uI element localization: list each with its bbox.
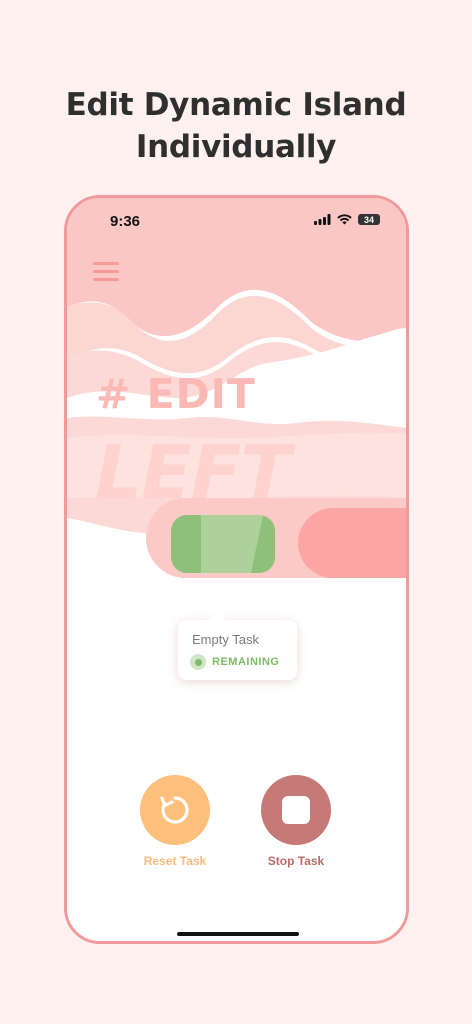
stop-icon bbox=[282, 796, 310, 824]
task-status-label: REMAINING bbox=[212, 656, 280, 668]
task-status: REMAINING bbox=[190, 654, 279, 670]
stop-task-label[interactable]: Stop Task bbox=[241, 854, 351, 868]
reset-icon bbox=[160, 796, 189, 824]
task-title: Empty Task bbox=[192, 632, 259, 647]
headline-line-1: Edit Dynamic Island bbox=[65, 87, 407, 123]
signal-icon bbox=[314, 214, 331, 225]
reset-task-button[interactable] bbox=[140, 775, 210, 845]
dynamic-island-right[interactable] bbox=[298, 508, 406, 578]
phone-frame: 9:36 34 # EDIT LEFT Empty Task REMAINING bbox=[64, 195, 409, 944]
hamburger-menu-icon[interactable] bbox=[93, 262, 119, 282]
stop-task-button[interactable] bbox=[261, 775, 331, 845]
battery-icon: 34 bbox=[358, 214, 380, 225]
reset-task-label[interactable]: Reset Task bbox=[120, 854, 230, 868]
wifi-icon bbox=[337, 214, 352, 225]
status-icons: 34 bbox=[314, 214, 380, 225]
headline-line-2: Individually bbox=[135, 129, 337, 165]
dynamic-island-left-pill[interactable] bbox=[171, 515, 275, 573]
status-time: 9:36 bbox=[110, 213, 141, 230]
status-dot-icon bbox=[190, 654, 206, 670]
task-tooltip: Empty Task REMAINING bbox=[178, 611, 297, 680]
headline: Edit Dynamic Island Individually bbox=[0, 84, 472, 168]
edit-tag: # EDIT bbox=[96, 370, 256, 418]
home-indicator[interactable] bbox=[177, 932, 299, 936]
